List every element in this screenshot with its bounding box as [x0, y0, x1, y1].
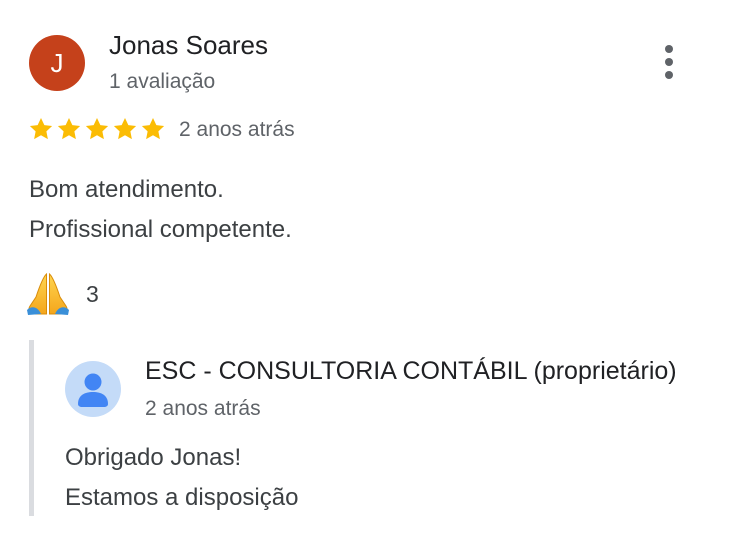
star-icon — [113, 117, 137, 140]
more-options-button[interactable] — [648, 40, 690, 84]
review-date: 2 anos atrás — [179, 118, 295, 141]
praying-hands-icon — [27, 272, 69, 315]
owner-reply-text: Obrigado Jonas! Estamos a disposição — [65, 438, 298, 518]
author-review-count: 1 avaliação — [109, 70, 216, 93]
star-icon — [29, 117, 53, 140]
author-name[interactable]: Jonas Soares — [109, 29, 268, 61]
star-rating — [28, 116, 166, 142]
reaction-count: 3 — [86, 280, 99, 307]
reaction-button[interactable]: 3 — [24, 272, 99, 316]
more-vert-icon-dot — [665, 58, 673, 66]
person-icon — [78, 373, 108, 407]
more-vert-icon — [665, 45, 673, 53]
owner-reply-text-line: Obrigado Jonas! — [65, 444, 242, 471]
star-icon — [85, 117, 109, 140]
review-card: J Jonas Soares 1 avaliação 2 anos atrás … — [0, 0, 752, 549]
review-text-line: Bom atendimento. — [29, 176, 224, 203]
owner-reply-date: 2 anos atrás — [145, 397, 261, 420]
review-text-line: Profissional competente. — [29, 216, 292, 243]
owner-name: ESC - CONSULTORIA CONTÁBIL (proprietário… — [145, 357, 677, 385]
star-icon — [141, 117, 165, 140]
review-text: Bom atendimento. Profissional competente… — [29, 170, 292, 250]
owner-avatar[interactable] — [65, 361, 121, 417]
author-initial: J — [50, 48, 64, 78]
star-icon — [57, 117, 81, 140]
author-avatar[interactable]: J — [29, 35, 85, 91]
more-vert-icon-dot — [665, 71, 673, 79]
owner-reply-text-line: Estamos a disposição — [65, 484, 299, 511]
owner-reply: ESC - CONSULTORIA CONTÁBIL (proprietário… — [29, 340, 734, 516]
